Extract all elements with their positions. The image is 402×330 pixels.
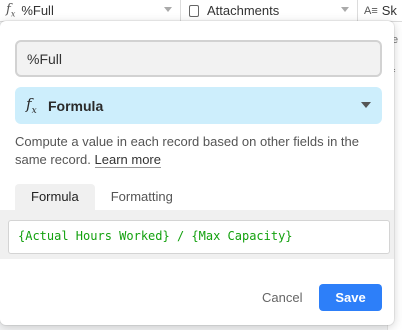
column-header-sk[interactable]: A≡ Sk [358, 0, 402, 21]
field-type-description: Compute a value in each record based on … [15, 133, 385, 169]
editor-tabs: Formula Formatting [15, 184, 189, 210]
field-editor-panel: fx Formula Compute a value in each recor… [0, 21, 394, 325]
grid-header: fx %Full Attachments A≡ Sk [0, 0, 402, 22]
formula-icon: fx [6, 2, 16, 19]
chevron-down-icon [361, 102, 371, 108]
save-button[interactable]: Save [319, 284, 382, 311]
tab-formatting[interactable]: Formatting [95, 184, 189, 210]
column-header-label: Sk [381, 3, 397, 18]
tab-formula[interactable]: Formula [15, 184, 95, 210]
column-header-full[interactable]: fx %Full [0, 0, 181, 21]
formula-area: {Actual Hours Worked} / {Max Capacity} [0, 210, 394, 259]
field-type-label: Formula [48, 97, 104, 114]
formula-icon: fx [26, 95, 37, 116]
field-type-select[interactable]: fx Formula [15, 87, 382, 124]
field-name-input[interactable] [15, 40, 382, 77]
column-header-label: Attachments [207, 3, 280, 18]
learn-more-link[interactable]: Learn more [94, 152, 161, 168]
cancel-button[interactable]: Cancel [254, 285, 310, 311]
formula-input[interactable]: {Actual Hours Worked} / {Max Capacity} [8, 220, 390, 254]
description-text: Compute a value in each record based on … [15, 134, 359, 167]
column-header-attachments[interactable]: Attachments [181, 0, 358, 21]
column-header-label: %Full [21, 3, 54, 18]
attachment-icon [189, 4, 199, 17]
chevron-down-icon[interactable] [164, 7, 172, 12]
text-icon: A≡ [364, 4, 378, 17]
chevron-down-icon[interactable] [341, 7, 349, 12]
